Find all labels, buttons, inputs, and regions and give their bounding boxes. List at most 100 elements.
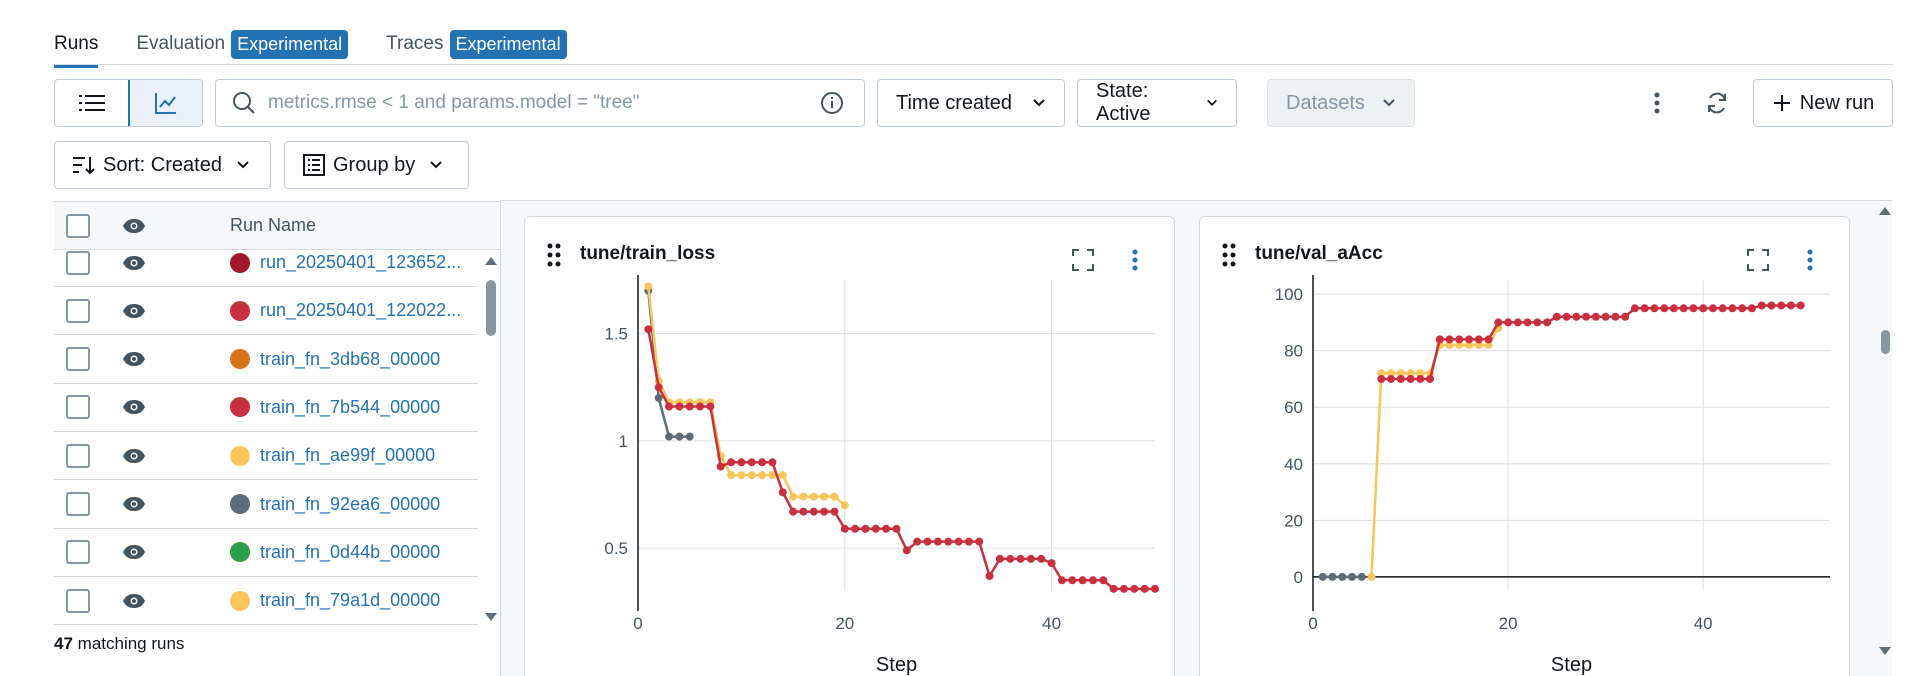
run-name-link[interactable]: train_fn_79a1d_00000	[260, 590, 440, 611]
table-row[interactable]: train_fn_ae99f_00000	[54, 432, 478, 481]
data-point[interactable]	[892, 524, 901, 533]
run-name-link[interactable]: train_fn_92ea6_00000	[260, 494, 440, 515]
run-color-dot[interactable]	[230, 542, 250, 563]
data-point[interactable]	[799, 507, 808, 516]
data-point[interactable]	[1465, 335, 1474, 344]
run-name-link[interactable]: run_20250401_122022...	[260, 300, 461, 321]
data-point[interactable]	[675, 432, 684, 441]
info-icon[interactable]	[820, 91, 844, 115]
data-point[interactable]	[1640, 304, 1649, 313]
row-checkbox[interactable]	[66, 298, 90, 323]
run-color-dot[interactable]	[230, 397, 250, 418]
data-point[interactable]	[789, 507, 798, 516]
data-point[interactable]	[1786, 301, 1795, 310]
data-point[interactable]	[1119, 584, 1128, 593]
data-point[interactable]	[1328, 572, 1337, 581]
data-point[interactable]	[747, 458, 756, 467]
data-point[interactable]	[1088, 576, 1097, 585]
data-point[interactable]	[1708, 304, 1717, 313]
eye-icon[interactable]	[122, 255, 146, 271]
data-point[interactable]	[1738, 304, 1747, 313]
data-point[interactable]	[1572, 312, 1581, 321]
row-checkbox[interactable]	[66, 540, 90, 565]
run-color-dot[interactable]	[230, 300, 250, 321]
data-point[interactable]	[1552, 312, 1561, 321]
data-point[interactable]	[768, 458, 777, 467]
data-point[interactable]	[654, 383, 663, 392]
data-point[interactable]	[1037, 554, 1046, 563]
data-point[interactable]	[820, 507, 829, 516]
data-point[interactable]	[809, 492, 818, 501]
eye-icon[interactable]	[122, 593, 146, 609]
scroll-down-icon[interactable]	[484, 612, 498, 622]
data-point[interactable]	[1377, 374, 1386, 383]
data-point[interactable]	[820, 492, 829, 501]
data-point[interactable]	[1026, 554, 1035, 563]
data-point[interactable]	[1494, 318, 1503, 327]
data-point[interactable]	[727, 471, 736, 480]
data-point[interactable]	[902, 546, 911, 555]
series-line[interactable]	[1370, 327, 1500, 577]
data-point[interactable]	[1504, 318, 1513, 327]
data-point[interactable]	[1484, 335, 1493, 344]
data-point[interactable]	[1747, 304, 1756, 313]
data-point[interactable]	[685, 402, 694, 411]
data-point[interactable]	[1426, 374, 1435, 383]
data-point[interactable]	[1679, 304, 1688, 313]
data-point[interactable]	[1455, 335, 1464, 344]
group-by-dropdown[interactable]: Group by	[284, 141, 469, 189]
row-checkbox[interactable]	[66, 443, 90, 468]
data-point[interactable]	[964, 537, 973, 546]
scroll-down-icon[interactable]	[1878, 646, 1892, 656]
run-color-dot[interactable]	[230, 445, 250, 466]
run-name-link[interactable]: train_fn_0d44b_00000	[260, 542, 440, 563]
table-scrollbar-thumb[interactable]	[486, 280, 496, 336]
data-point[interactable]	[1130, 584, 1139, 593]
run-color-dot[interactable]	[230, 590, 250, 611]
data-point[interactable]	[1591, 312, 1600, 321]
run-name-link[interactable]: train_fn_7b544_00000	[260, 397, 440, 418]
data-point[interactable]	[809, 507, 818, 516]
data-point[interactable]	[985, 571, 994, 580]
data-point[interactable]	[1699, 304, 1708, 313]
chart-view-button[interactable]	[127, 80, 202, 126]
data-point[interactable]	[1338, 572, 1347, 581]
data-point[interactable]	[830, 507, 839, 516]
select-all-checkbox[interactable]	[66, 214, 90, 238]
data-point[interactable]	[1523, 318, 1532, 327]
data-point[interactable]	[1513, 318, 1522, 327]
data-point[interactable]	[1796, 301, 1805, 310]
data-point[interactable]	[1533, 318, 1542, 327]
data-point[interactable]	[1367, 572, 1376, 581]
eye-icon[interactable]	[122, 448, 146, 464]
data-point[interactable]	[1318, 572, 1327, 581]
more-options-button[interactable]	[1633, 79, 1681, 127]
table-row[interactable]: train_fn_3db68_00000	[54, 336, 478, 384]
run-name-column-header[interactable]: Run Name	[230, 215, 316, 236]
table-row[interactable]: train_fn_79a1d_00000	[54, 577, 478, 626]
eye-icon[interactable]	[122, 544, 146, 560]
table-row[interactable]: train_fn_7b544_00000	[54, 384, 478, 432]
data-point[interactable]	[665, 432, 674, 441]
data-point[interactable]	[1387, 374, 1396, 383]
data-point[interactable]	[1621, 312, 1630, 321]
data-point[interactable]	[1777, 301, 1786, 310]
data-point[interactable]	[758, 458, 767, 467]
data-point[interactable]	[1562, 312, 1571, 321]
data-point[interactable]	[1078, 576, 1087, 585]
eye-icon[interactable]	[122, 496, 146, 512]
data-point[interactable]	[1660, 304, 1669, 313]
data-point[interactable]	[840, 501, 849, 510]
data-point[interactable]	[1016, 554, 1025, 563]
data-point[interactable]	[830, 492, 839, 501]
data-point[interactable]	[727, 458, 736, 467]
data-point[interactable]	[696, 402, 705, 411]
run-name-link[interactable]: train_fn_3db68_00000	[260, 349, 440, 370]
data-point[interactable]	[923, 537, 932, 546]
data-point[interactable]	[1396, 374, 1405, 383]
data-point[interactable]	[685, 432, 694, 441]
data-point[interactable]	[789, 492, 798, 501]
data-point[interactable]	[706, 402, 715, 411]
run-color-dot[interactable]	[230, 252, 250, 273]
data-point[interactable]	[1689, 304, 1698, 313]
